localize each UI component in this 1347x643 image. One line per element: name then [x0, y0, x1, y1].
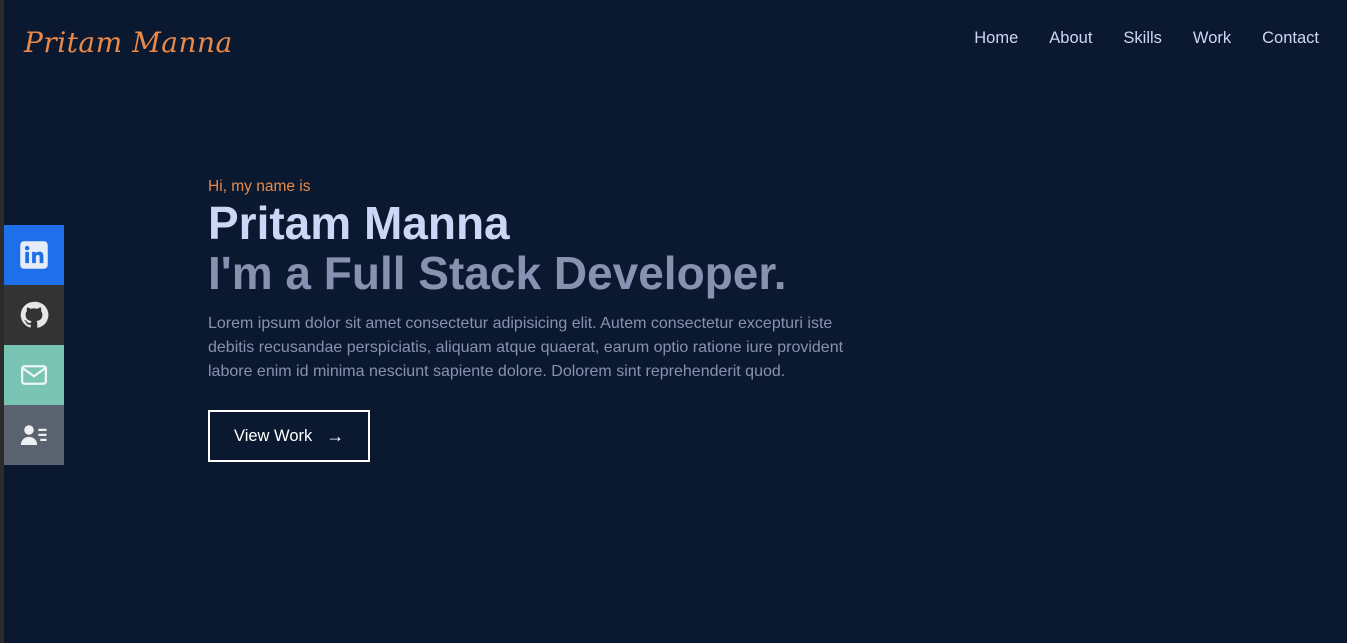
view-work-button[interactable]: View Work →: [208, 410, 371, 462]
resume-button[interactable]: [4, 405, 64, 465]
linkedin-icon: [20, 241, 48, 269]
mail-icon: [21, 365, 47, 385]
linkedin-button[interactable]: [4, 225, 64, 285]
nav-work[interactable]: Work: [1193, 29, 1231, 48]
email-button[interactable]: [4, 345, 64, 405]
github-icon: [20, 301, 49, 328]
site-logo[interactable]: Pritam Manna: [24, 26, 233, 59]
hero-greeting: Hi, my name is: [208, 178, 311, 195]
social-sidebar: [4, 225, 64, 465]
hero-role: I'm a Full Stack Developer.: [208, 247, 787, 299]
hero-section: Hi, my name is Pritam Manna I'm a Full S…: [208, 178, 908, 462]
hero-name: Pritam Manna: [208, 197, 510, 249]
github-button[interactable]: [4, 285, 64, 345]
nav-home[interactable]: Home: [974, 29, 1018, 48]
page: Pritam Manna Home About Skills Work Cont…: [4, 0, 1347, 643]
nav-contact[interactable]: Contact: [1262, 29, 1319, 48]
nav-skills[interactable]: Skills: [1123, 29, 1162, 48]
view-work-label: View Work: [234, 426, 313, 445]
arrow-right-icon: →: [326, 425, 345, 446]
nav-about[interactable]: About: [1049, 29, 1092, 48]
hero-description: Lorem ipsum dolor sit amet consectetur a…: [208, 315, 844, 380]
main-nav: Home About Skills Work Contact: [974, 29, 1319, 48]
resume-icon: [20, 425, 47, 445]
